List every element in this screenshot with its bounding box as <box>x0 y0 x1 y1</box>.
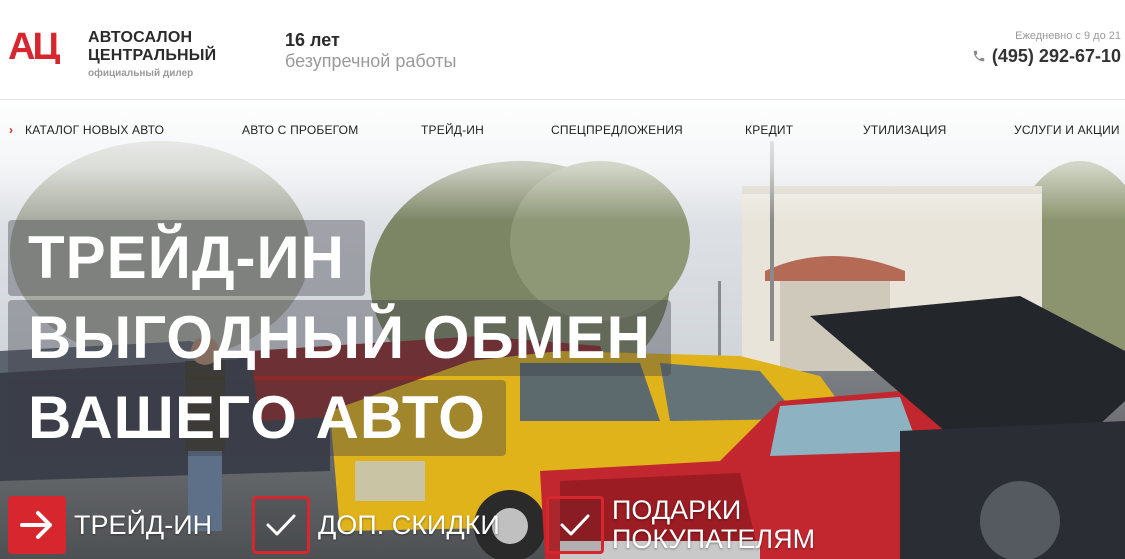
nav-item-special-offers[interactable]: СПЕЦПРЕДЛОЖЕНИЯ <box>551 123 683 137</box>
feature-gifts[interactable]: ПОДАРКИ ПОКУПАТЕЛЯМ <box>546 496 815 554</box>
nav-item-credit[interactable]: КРЕДИТ <box>745 123 793 137</box>
arrow-right-icon <box>8 496 66 554</box>
phone-link[interactable]: (495) 292-67-10 <box>972 43 1121 69</box>
nav-item-new-cars[interactable]: › КАТАЛОГ НОВЫХ АВТО <box>9 123 165 137</box>
feature-label-line1: ПОДАРКИ <box>612 495 742 525</box>
nav-item-used-cars[interactable]: АВТО С ПРОБЕГОМ <box>242 123 358 137</box>
logo-mark: АЦ <box>8 28 60 64</box>
hero-headline-line3: ВАШЕГО АВТО <box>8 380 506 456</box>
main-nav: › КАТАЛОГ НОВЫХ АВТО АВТО С ПРОБЕГОМ ТРЕ… <box>0 101 1125 161</box>
phone-number: (495) 292-67-10 <box>991 46 1121 66</box>
phone-icon <box>973 50 985 62</box>
hero-headline-line1: ТРЕЙД-ИН <box>8 220 365 296</box>
brand-name-line2: ЦЕНТРАЛЬНЫЙ <box>88 47 217 64</box>
feature-label-multiline: ПОДАРКИ ПОКУПАТЕЛЯМ <box>612 496 815 554</box>
years-block: 16 лет безупречной работы <box>285 30 456 72</box>
brand-subtitle: официальный дилер <box>88 68 194 79</box>
logo[interactable]: АЦ <box>8 28 78 64</box>
hero-banner: ТРЕЙД-ИН ВЫГОДНЫЙ ОБМЕН ВАШЕГО АВТО ТРЕЙ… <box>0 101 1125 559</box>
years-caption: безупречной работы <box>285 51 457 71</box>
feature-label: ДОП. СКИДКИ <box>318 509 500 540</box>
contact-block: Ежедневно с 9 до 21 (495) 292-67-10 <box>972 29 1121 69</box>
years-number: 16 лет <box>285 30 340 50</box>
brand-block: АВТОСАЛОН ЦЕНТРАЛЬНЫЙ официальный дилер <box>88 29 216 79</box>
feature-label: ТРЕЙД-ИН <box>74 509 213 540</box>
feature-trade-in[interactable]: ТРЕЙД-ИН <box>8 496 212 554</box>
working-hours: Ежедневно с 9 до 21 <box>1015 30 1121 42</box>
nav-item-recycling[interactable]: УТИЛИЗАЦИЯ <box>863 123 947 137</box>
site-header: АЦ АВТОСАЛОН ЦЕНТРАЛЬНЫЙ официальный дил… <box>0 0 1125 100</box>
nav-item-trade-in[interactable]: ТРЕЙД-ИН <box>421 123 484 137</box>
nav-item-label: КАТАЛОГ НОВЫХ АВТО <box>25 123 165 137</box>
hero-headline-line2: ВЫГОДНЫЙ ОБМЕН <box>8 300 671 376</box>
nav-item-services[interactable]: УСЛУГИ И АКЦИИ <box>1014 123 1120 137</box>
feature-label-line2: ПОКУПАТЕЛЯМ <box>612 524 816 554</box>
feature-discounts[interactable]: ДОП. СКИДКИ <box>252 496 500 554</box>
checkmark-icon <box>546 496 604 554</box>
brand-name-line1: АВТОСАЛОН <box>88 29 193 46</box>
chevron-right-icon: › <box>9 123 14 137</box>
checkmark-icon <box>252 496 310 554</box>
